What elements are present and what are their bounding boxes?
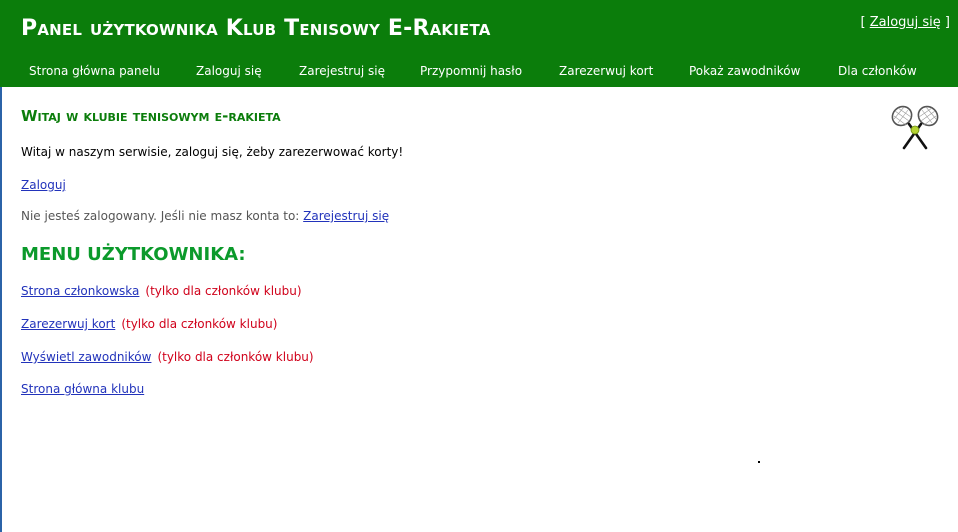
tennis-rackets-icon <box>891 105 939 150</box>
nav-item-remind-password[interactable]: Przypomnij hasło <box>420 64 522 78</box>
nav-item-home[interactable]: Strona główna panelu <box>29 64 160 78</box>
login-bracket-open: [ <box>860 15 866 30</box>
user-menu-item: Strona członkowska (tylko dla członków kl… <box>21 284 302 298</box>
stray-dot <box>758 461 760 463</box>
login-bracket-close: ] <box>944 15 950 30</box>
page-left-border <box>0 87 2 532</box>
nav-item-login[interactable]: Zaloguj się <box>196 64 262 78</box>
main-nav: Strona główna panelu Zaloguj się Zarejes… <box>0 57 958 87</box>
login-status: Nie jesteś zalogowany. Jeśli nie masz ko… <box>21 209 389 223</box>
header-login-link[interactable]: Zaloguj się <box>870 15 941 30</box>
members-only-note: (tylko dla członków klubu) <box>157 350 314 364</box>
nav-item-reserve-court[interactable]: Zarezerwuj kort <box>559 64 653 78</box>
header-login: [ Zaloguj się ] <box>861 15 951 30</box>
login-link[interactable]: Zaloguj <box>21 178 66 192</box>
header: Panel użytkownika Klub Tenisowy E-Rakiet… <box>0 0 958 87</box>
show-players-link[interactable]: Wyświetl zawodników <box>21 350 151 364</box>
register-link[interactable]: Zarejestruj się <box>303 209 389 223</box>
reserve-court-link[interactable]: Zarezerwuj kort <box>21 317 115 331</box>
welcome-text: Witaj w naszym serwisie, zaloguj się, że… <box>21 145 404 159</box>
nav-item-show-players[interactable]: Pokaż zawodników <box>689 64 800 78</box>
members-only-note: (tylko dla członków klubu) <box>121 317 278 331</box>
nav-item-members[interactable]: Dla członków <box>838 64 917 78</box>
user-menu-heading: MENU UŻYTKOWNIKA: <box>21 244 246 265</box>
nav-item-register[interactable]: Zarejestruj się <box>299 64 385 78</box>
members-only-note: (tylko dla członków klubu) <box>145 284 302 298</box>
user-menu-item: Zarezerwuj kort (tylko dla członków klubu… <box>21 317 277 331</box>
status-text: Nie jesteś zalogowany. Jeśli nie masz ko… <box>21 209 300 223</box>
user-menu-item: Strona główna klubu <box>21 382 144 396</box>
club-home-link[interactable]: Strona główna klubu <box>21 382 144 396</box>
site-title: Panel użytkownika Klub Tenisowy E-Rakiet… <box>21 16 491 41</box>
member-page-link[interactable]: Strona członkowska <box>21 284 139 298</box>
welcome-heading: Witaj w klubie tenisowym e-rakieta <box>21 107 281 125</box>
user-menu-item: Wyświetl zawodników (tylko dla członków k… <box>21 350 314 364</box>
